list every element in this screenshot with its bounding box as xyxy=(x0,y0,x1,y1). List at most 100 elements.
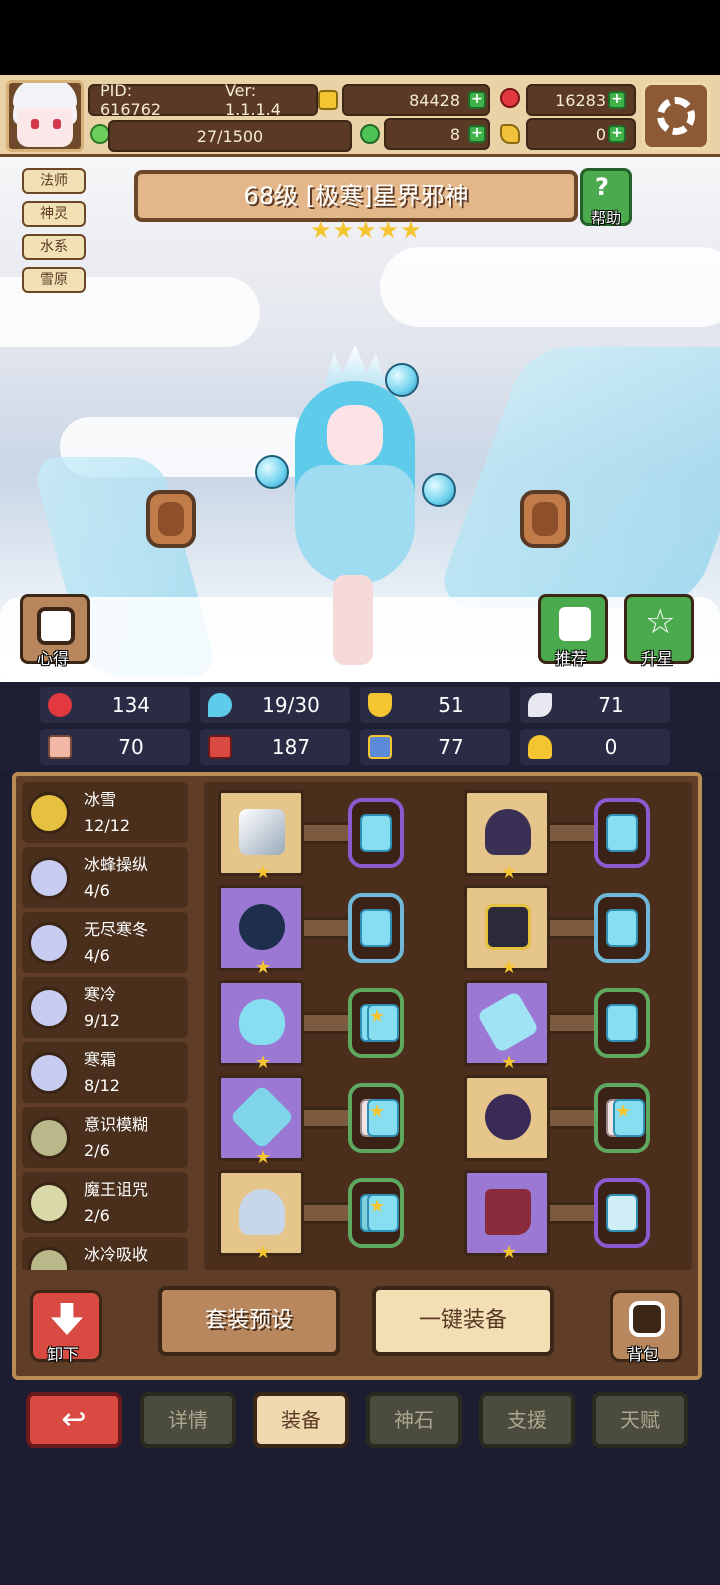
tag-race: 神灵 xyxy=(22,201,86,227)
arrow-down-icon xyxy=(51,1303,83,1335)
version-label: Ver: 1.1.1.4 xyxy=(224,81,281,119)
stat-mana: 19/30 xyxy=(200,687,350,723)
return-arrow-icon: ↩ xyxy=(61,1402,87,1437)
help-button[interactable]: ? 帮助 xyxy=(580,168,632,227)
pid-pill: PID: 616762 Ver: 1.1.1.4 xyxy=(88,81,318,119)
slot-link xyxy=(304,1012,348,1034)
set-item[interactable]: 寒霜 8/12 xyxy=(22,1042,188,1103)
add-gold-icon[interactable]: + xyxy=(468,91,486,109)
helmet-rune-slot[interactable] xyxy=(594,798,650,868)
question-icon: ? xyxy=(595,173,609,201)
crown xyxy=(325,345,385,385)
set-item[interactable]: 冰冷吸收 xyxy=(22,1237,188,1270)
armor-rune-slot[interactable] xyxy=(594,893,650,963)
backpack-icon xyxy=(629,1301,665,1337)
slot-link xyxy=(304,822,348,844)
necklace-slot[interactable]: ★ xyxy=(218,980,304,1073)
set-item[interactable]: 寒冷 9/12 xyxy=(22,977,188,1038)
bag-button[interactable]: 背包 xyxy=(610,1290,682,1364)
cloud xyxy=(380,247,720,327)
belt-slot[interactable] xyxy=(464,1075,550,1161)
player-avatar[interactable] xyxy=(6,80,84,152)
bracer-rune-slot[interactable] xyxy=(594,988,650,1058)
set-moon-icon xyxy=(28,1182,70,1224)
hero-legs xyxy=(333,575,373,665)
gem-amount: 16283 xyxy=(555,90,606,110)
ring-rune-slot[interactable]: ★ xyxy=(348,1083,404,1153)
bracer-slot[interactable]: ★ xyxy=(464,980,550,1073)
set-item[interactable]: 冰雪 12/12 xyxy=(22,782,188,843)
clover-icon xyxy=(360,124,380,144)
staff-icon xyxy=(239,809,285,855)
add-clover-icon[interactable]: + xyxy=(468,125,486,143)
slot-link xyxy=(304,917,348,939)
stat-magic: 187 xyxy=(200,729,350,765)
tab-details[interactable]: 详情 xyxy=(140,1392,236,1448)
belt-rune-slot[interactable]: ★ xyxy=(594,1083,650,1153)
star-icon: ★ xyxy=(501,1052,518,1073)
star-icon: ★ xyxy=(255,957,272,978)
star-icon: ★ xyxy=(255,1052,272,1073)
rune-icon xyxy=(606,909,638,947)
orb-icon xyxy=(239,904,285,950)
ice-crystal xyxy=(432,347,720,607)
status-bar xyxy=(0,0,720,75)
necklace-icon xyxy=(239,999,285,1045)
back-button[interactable]: ↩ xyxy=(26,1392,122,1448)
set-item[interactable]: 冰蜂操纵 4/6 xyxy=(22,847,188,908)
set-preset-button[interactable]: 套装预设 xyxy=(158,1286,340,1356)
spellbook-icon xyxy=(208,735,232,759)
star-icon: ★ xyxy=(501,957,518,978)
boots-slot[interactable]: ★ xyxy=(464,1170,550,1263)
weapon-rune-slot[interactable] xyxy=(348,798,404,868)
armor-slot[interactable]: ★ xyxy=(464,885,550,978)
slot-link xyxy=(550,822,594,844)
ice-orb xyxy=(255,455,289,489)
next-hero-button[interactable] xyxy=(520,490,570,548)
hero-sprite[interactable] xyxy=(255,345,455,675)
stat-crit: 0 xyxy=(520,729,670,765)
set-item[interactable]: 无尽寒冬 4/6 xyxy=(22,912,188,973)
stat-speed: 71 xyxy=(520,687,670,723)
unequip-button[interactable]: 卸下 xyxy=(30,1290,102,1364)
add-key-icon[interactable]: + xyxy=(608,125,626,143)
offhand-rune-slot[interactable] xyxy=(348,893,404,963)
set-bonus-list[interactable]: 冰雪 12/12 冰蜂操纵 4/6 无尽寒冬 4/6 寒冷 9/12 寒霜 8/12 意识… xyxy=(22,782,188,1270)
set-item[interactable]: 魔王诅咒 2/6 xyxy=(22,1172,188,1233)
tab-equipment[interactable]: 装备 xyxy=(253,1392,349,1448)
settings-button[interactable] xyxy=(642,82,710,150)
necklace-rune-slot[interactable]: ★ xyxy=(348,988,404,1058)
tag-region: 雪原 xyxy=(22,267,86,293)
help-label: 帮助 xyxy=(591,209,622,227)
helmet-slot[interactable]: ★ xyxy=(464,790,550,883)
star-icon: ★ xyxy=(501,1242,518,1263)
ice-orb xyxy=(422,473,456,507)
charm-slot[interactable]: ★ xyxy=(218,1170,304,1263)
offhand-slot[interactable]: ★ xyxy=(218,885,304,978)
equip-all-button[interactable]: 一键装备 xyxy=(372,1286,554,1356)
add-gem-icon[interactable]: + xyxy=(608,91,626,109)
hero-face xyxy=(327,405,383,465)
weapon-slot[interactable]: ★ xyxy=(218,790,304,883)
recommend-button[interactable]: 推荐 xyxy=(538,594,608,668)
star-icon: ★ xyxy=(355,216,377,244)
boots-rune-slot[interactable] xyxy=(594,1178,650,1248)
star-up-button[interactable]: ☆ 升星 xyxy=(624,594,694,668)
prev-hero-button[interactable] xyxy=(146,490,196,548)
set-item[interactable]: 意识模糊 2/6 xyxy=(22,1107,188,1168)
avatar-eye-left xyxy=(31,119,39,129)
star-outline-icon: ☆ xyxy=(645,602,676,642)
star-icon: ★ xyxy=(367,1004,399,1042)
rune-icon xyxy=(606,1004,638,1042)
slot-link xyxy=(550,917,594,939)
belt-icon xyxy=(485,1094,531,1140)
stat-attack: 70 xyxy=(40,729,190,765)
fist-icon xyxy=(48,735,72,759)
tab-talent[interactable]: 天赋 xyxy=(592,1392,688,1448)
stat-defense: 51 xyxy=(360,687,510,723)
charm-rune-slot[interactable]: ★ xyxy=(348,1178,404,1248)
tab-godstone[interactable]: 神石 xyxy=(366,1392,462,1448)
insight-button[interactable]: 心得 xyxy=(20,594,90,668)
ring-slot[interactable]: ★ xyxy=(218,1075,304,1168)
tab-support[interactable]: 支援 xyxy=(479,1392,575,1448)
